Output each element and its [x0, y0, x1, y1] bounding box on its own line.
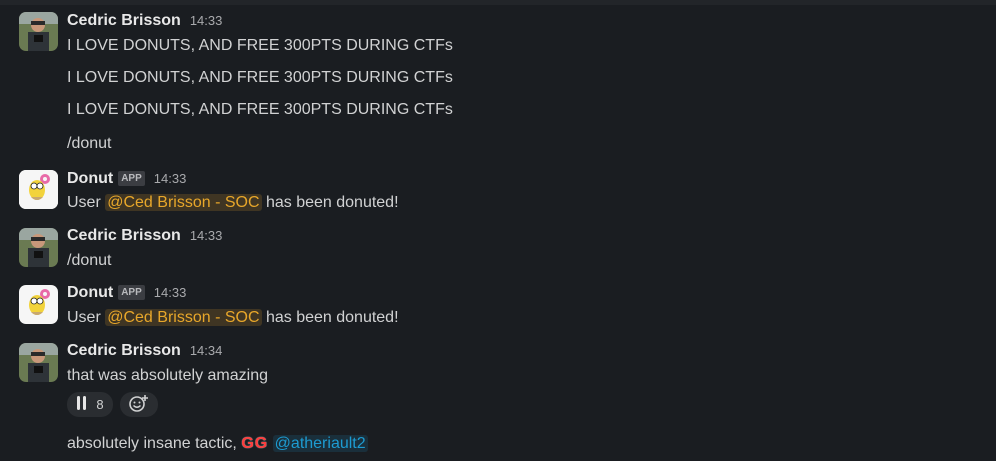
message-text: /donut [67, 135, 112, 152]
user-mention[interactable]: @Ced Brisson - SOC [105, 309, 262, 326]
message-prefix: absolutely insane tactic, [67, 435, 242, 452]
reaction-pill[interactable]: 8 [67, 392, 113, 417]
message-text: absolutely insane tactic, GG @atheriault… [67, 433, 368, 455]
message-prefix: User [67, 194, 106, 211]
message-suffix: has been donuted! [261, 194, 399, 211]
reaction-count: 8 [96, 397, 104, 412]
channel-header-edge [0, 0, 996, 5]
app-badge: APP [118, 285, 145, 300]
user-mention[interactable]: @Ced Brisson - SOC [105, 194, 262, 211]
message-text: I LOVE DONUTS, AND FREE 300PTS DURING CT… [67, 69, 453, 86]
author-name[interactable]: Donut [67, 170, 113, 188]
author-name[interactable]: Donut [67, 284, 113, 302]
message-text: User @Ced Brisson - SOC has been donuted… [67, 307, 399, 329]
message-prefix: User [67, 309, 106, 326]
author-name[interactable]: Cedric Brisson [67, 12, 181, 30]
gg-emoji: GG [241, 435, 269, 452]
avatar-cedric[interactable] [19, 228, 58, 267]
message-text: I LOVE DONUTS, AND FREE 300PTS DURING CT… [67, 37, 453, 54]
add-reaction-button[interactable] [120, 392, 158, 417]
author-name[interactable]: Cedric Brisson [67, 227, 181, 245]
timestamp[interactable]: 14:33 [154, 171, 187, 186]
raised-hands-icon [76, 395, 88, 414]
avatar-donut-app[interactable] [19, 170, 58, 209]
timestamp[interactable]: 14:34 [190, 343, 223, 358]
message-text: I LOVE DONUTS, AND FREE 300PTS DURING CT… [67, 101, 453, 118]
timestamp[interactable]: 14:33 [190, 228, 223, 243]
app-badge: APP [118, 171, 145, 186]
timestamp[interactable]: 14:33 [190, 13, 223, 28]
avatar-cedric[interactable] [19, 343, 58, 382]
avatar-donut-app[interactable] [19, 285, 58, 324]
message-suffix: has been donuted! [261, 309, 399, 326]
message-text: User @Ced Brisson - SOC has been donuted… [67, 192, 399, 214]
author-name[interactable]: Cedric Brisson [67, 342, 181, 360]
avatar-cedric[interactable] [19, 12, 58, 51]
timestamp[interactable]: 14:33 [154, 285, 187, 300]
message-text: /donut [67, 252, 112, 269]
message-text: that was absolutely amazing [67, 367, 268, 384]
user-mention[interactable]: @atheriault2 [272, 435, 368, 452]
add-emoji-icon [129, 394, 149, 415]
